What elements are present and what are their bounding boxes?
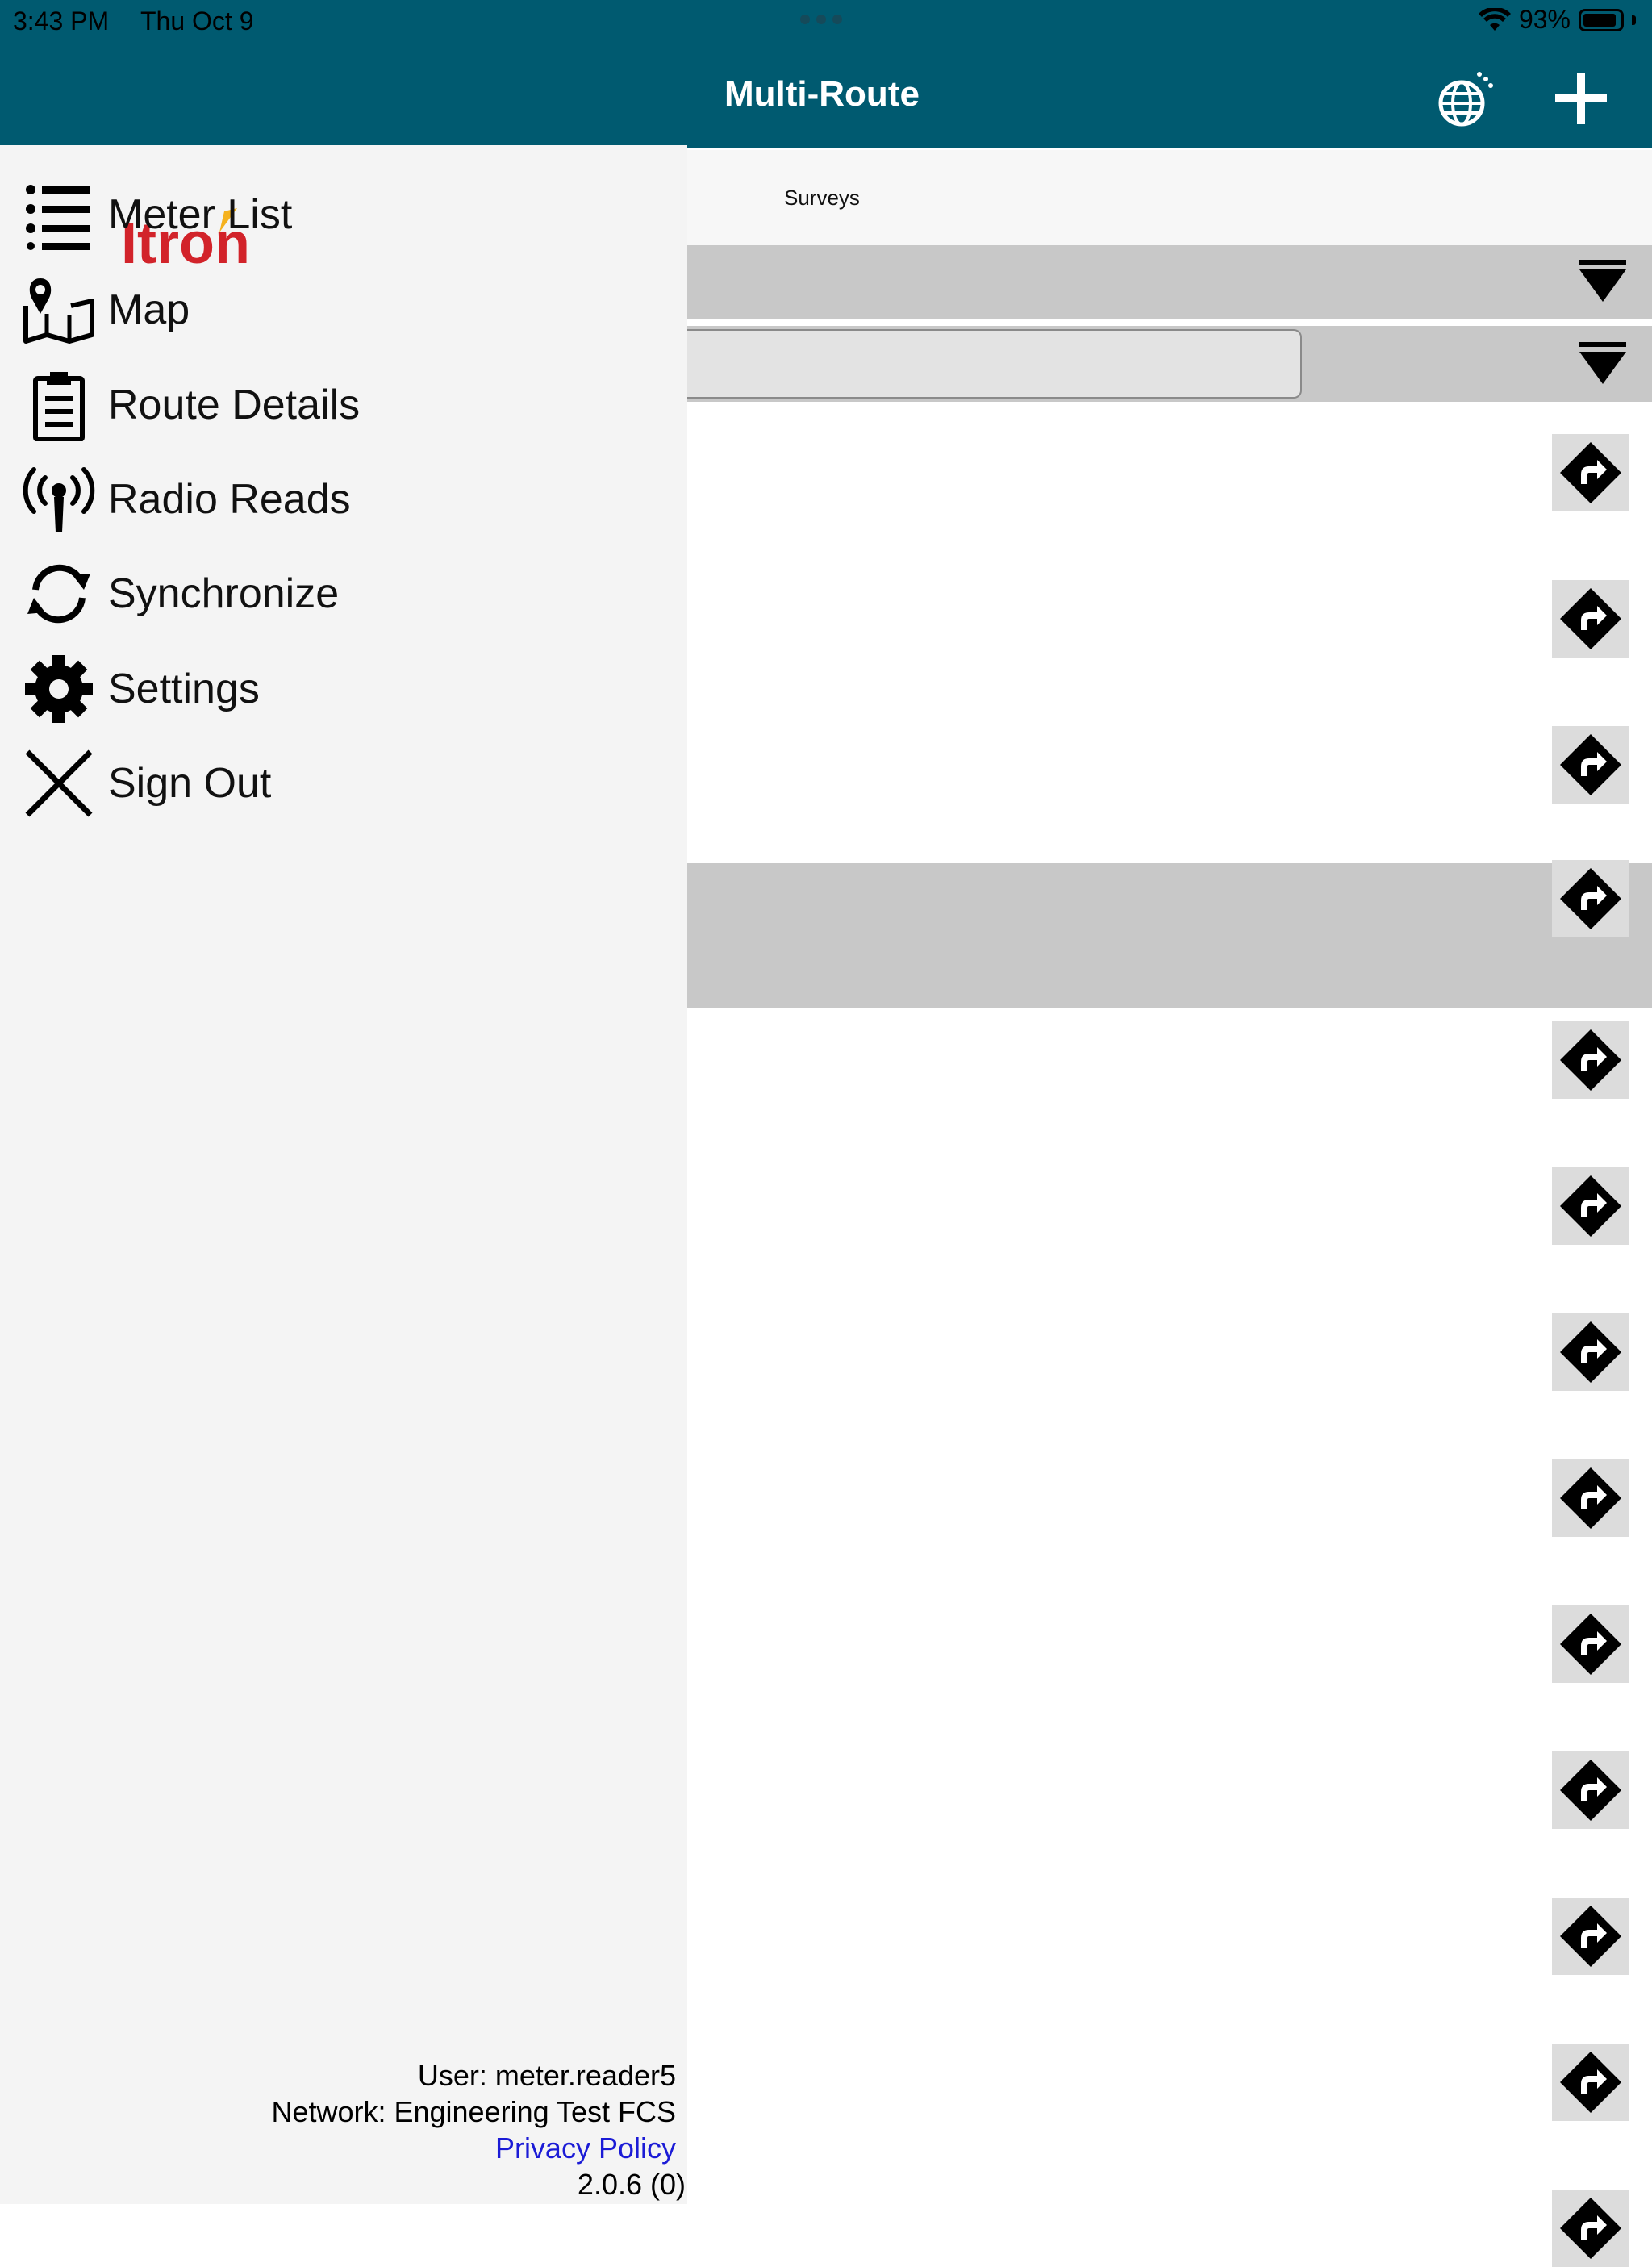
- search-input[interactable]: [687, 329, 1302, 399]
- directions-button[interactable]: [1552, 1898, 1629, 1975]
- list-item[interactable]: [687, 1155, 1652, 1301]
- menu-label-meter-list: Meter List: [108, 191, 293, 238]
- version-label: 2.0.6 (0): [577, 2168, 686, 2201]
- menu-item-meter-list[interactable]: Meter List: [0, 170, 687, 259]
- list-item[interactable]: [687, 2031, 1652, 2177]
- tab-surveys[interactable]: Surveys: [784, 186, 860, 211]
- battery-icon: [1579, 8, 1624, 31]
- directions-icon: [1560, 442, 1621, 503]
- list-item[interactable]: [687, 860, 1652, 1008]
- search-row: [687, 326, 1652, 402]
- user-label: User: meter.reader5: [417, 2059, 676, 2092]
- privacy-policy-link[interactable]: Privacy Policy: [495, 2131, 676, 2165]
- list-item[interactable]: [687, 1739, 1652, 1885]
- list-item[interactable]: [687, 1885, 1652, 2031]
- menu-label-radio-reads: Radio Reads: [108, 476, 351, 523]
- filter-row[interactable]: [687, 245, 1652, 319]
- directions-icon: [1560, 1029, 1621, 1091]
- directions-icon: [1560, 1906, 1621, 1967]
- menu-item-settings[interactable]: Settings: [0, 645, 687, 733]
- list-item[interactable]: [687, 694, 1652, 840]
- directions-button[interactable]: [1552, 434, 1629, 511]
- battery-percent: 93%: [1518, 5, 1571, 34]
- directions-icon: [1560, 2198, 1621, 2259]
- filter-icon[interactable]: [1578, 339, 1628, 389]
- directions-icon: [1560, 1760, 1621, 1821]
- menu-label-settings: Settings: [108, 666, 260, 712]
- close-icon: [25, 749, 93, 817]
- menu-item-sign-out[interactable]: Sign Out: [0, 739, 687, 828]
- menu-item-map[interactable]: Map: [0, 265, 687, 354]
- menu-label-map: Map: [108, 286, 190, 333]
- status-date: Thu Oct 9: [140, 6, 254, 35]
- clipboard-icon: [33, 372, 85, 441]
- list-item[interactable]: [687, 1009, 1652, 1155]
- menu-label-synchronize: Synchronize: [108, 570, 340, 617]
- directions-button[interactable]: [1552, 1605, 1629, 1683]
- directions-button[interactable]: [1552, 580, 1629, 658]
- directions-button[interactable]: [1552, 1167, 1629, 1245]
- wifi-icon: [1478, 7, 1511, 31]
- directions-icon: [1560, 2052, 1621, 2113]
- directions-button[interactable]: [1552, 1021, 1629, 1099]
- add-button[interactable]: [1552, 69, 1610, 127]
- directions-button[interactable]: [1552, 2044, 1629, 2121]
- list-item[interactable]: [687, 548, 1652, 694]
- directions-icon: [1560, 1321, 1621, 1383]
- list-item[interactable]: [687, 1593, 1652, 1739]
- status-bar: 3:43 PM Thu Oct 9 93%: [0, 0, 1652, 40]
- network-label: Network: Engineering Test FCS: [271, 2095, 676, 2128]
- map-icon: [23, 278, 94, 344]
- directions-icon: [1560, 1175, 1621, 1237]
- directions-icon: [1560, 868, 1621, 929]
- directions-icon: [1560, 1614, 1621, 1675]
- status-time: 3:43 PM: [13, 6, 110, 35]
- directions-button[interactable]: [1552, 726, 1629, 804]
- globe-sync-icon[interactable]: [1436, 71, 1494, 129]
- directions-button[interactable]: [1552, 860, 1629, 937]
- multitask-dots-icon[interactable]: [800, 15, 842, 24]
- directions-icon: [1560, 1467, 1621, 1529]
- antenna-icon: [23, 467, 95, 532]
- list-item[interactable]: [687, 1447, 1652, 1593]
- tab-bar: Surveys: [687, 150, 1652, 245]
- directions-icon: [1560, 734, 1621, 795]
- menu-item-synchronize[interactable]: Synchronize: [0, 549, 687, 638]
- list-item[interactable]: [687, 2177, 1652, 2267]
- list-item[interactable]: [687, 402, 1652, 548]
- directions-button[interactable]: [1552, 1751, 1629, 1829]
- directions-button[interactable]: [1552, 1459, 1629, 1537]
- status-right: 93%: [1478, 5, 1636, 35]
- list-icon: [26, 185, 90, 250]
- list-item[interactable]: [687, 1301, 1652, 1447]
- gear-icon: [25, 655, 93, 723]
- sync-icon: [27, 564, 90, 624]
- menu-item-route-details[interactable]: Route Details: [0, 361, 687, 449]
- menu-label-sign-out: Sign Out: [108, 760, 272, 807]
- filter-icon[interactable]: [1578, 257, 1628, 307]
- side-drawer: Itron: [0, 145, 687, 2204]
- menu-item-radio-reads[interactable]: Radio Reads: [0, 455, 687, 544]
- directions-icon: [1560, 588, 1621, 649]
- menu-label-route-details: Route Details: [108, 382, 361, 428]
- directions-button[interactable]: [1552, 2190, 1629, 2267]
- page-title: Multi-Route: [724, 74, 920, 114]
- directions-button[interactable]: [1552, 1313, 1629, 1391]
